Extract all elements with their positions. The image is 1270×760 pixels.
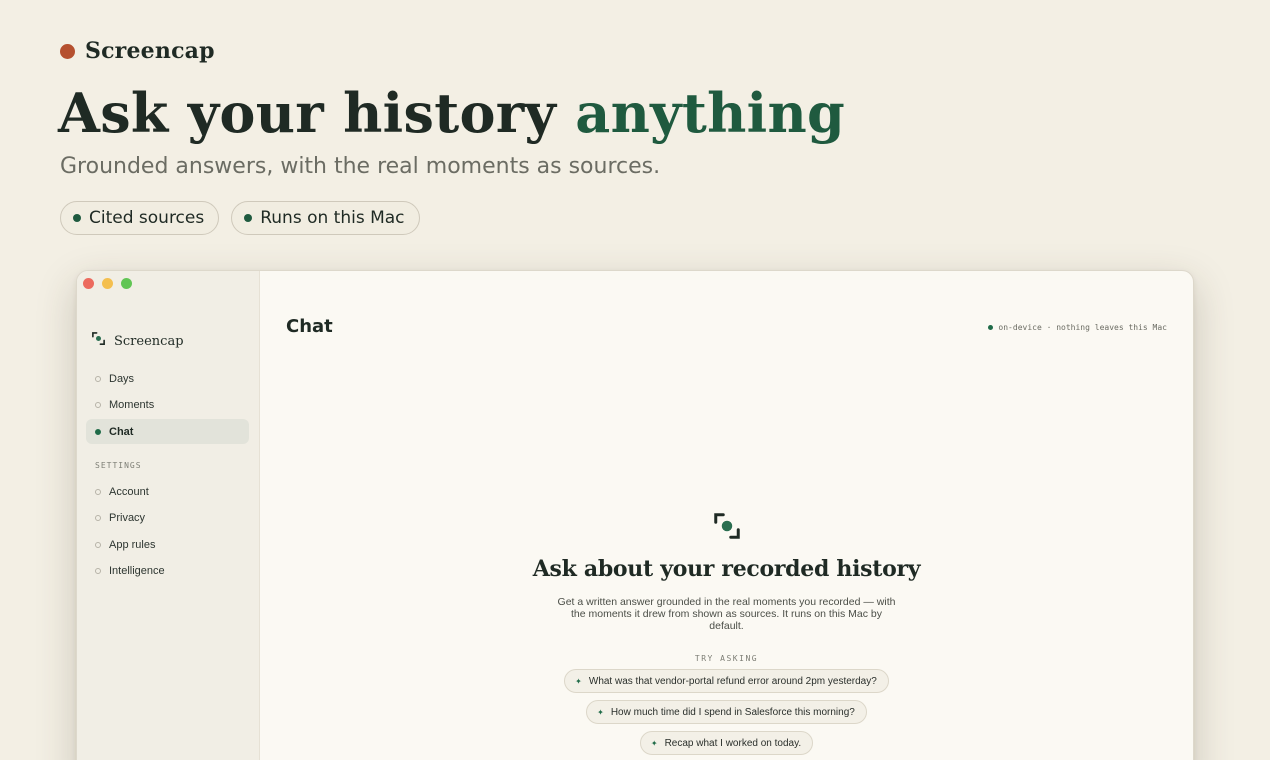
privacy-status: on-device · nothing leaves this Mac	[988, 323, 1167, 332]
sidebar-item-intelligence[interactable]: Intelligence	[86, 559, 249, 584]
chat-empty-state: Ask about your recorded history Get a wr…	[260, 511, 1193, 755]
pill-dot-icon	[244, 214, 253, 222]
status-text: on-device · nothing leaves this Mac	[998, 323, 1167, 332]
sidebar-item-label: Privacy	[109, 512, 146, 525]
sidebar-nav: Days Moments Chat SETTINGS Account Priva…	[86, 366, 249, 586]
nav-dot-icon	[95, 428, 101, 435]
zoom-window-button[interactable]	[121, 278, 132, 289]
page-title: Chat	[286, 316, 333, 337]
sidebar-item-account[interactable]: Account	[86, 479, 249, 504]
sidebar-item-moments[interactable]: Moments	[86, 393, 249, 418]
nav-dot-icon	[95, 402, 101, 409]
sparkle-icon: ✦	[650, 738, 658, 748]
chat-main: Chat on-device · nothing leaves this Mac…	[260, 271, 1193, 760]
pill-label: Cited sources	[89, 208, 205, 228]
sidebar-item-chat[interactable]: Chat	[86, 419, 249, 445]
sidebar-item-privacy[interactable]: Privacy	[86, 506, 249, 531]
sparkle-icon: ✦	[597, 707, 604, 717]
pill-cited-sources: Cited sources	[60, 201, 220, 235]
suggestion-chip[interactable]: ✦ Recap what I worked on today.	[639, 731, 814, 755]
sidebar-brand-name: Screencap	[114, 333, 184, 349]
try-asking-label: TRY ASKING	[694, 654, 759, 663]
minimize-window-button[interactable]	[102, 278, 113, 289]
nav-dot-icon	[95, 515, 101, 522]
sidebar-item-app-rules[interactable]: App rules	[86, 532, 249, 557]
headline-accent: anything	[575, 81, 846, 145]
settings-section-label: SETTINGS	[95, 461, 142, 471]
sidebar-item-days[interactable]: Days	[86, 366, 249, 391]
hero-pills: Cited sources Runs on this Mac	[60, 201, 420, 235]
sidebar-item-label: App rules	[109, 538, 156, 551]
hero-brand: Screencap	[60, 38, 215, 64]
pill-runs-on-mac: Runs on this Mac	[231, 201, 420, 235]
hero-brand-name: Screencap	[85, 38, 215, 64]
sidebar-brand: Screencap	[91, 331, 184, 351]
nav-dot-icon	[95, 541, 101, 548]
suggestion-chip[interactable]: ✦ What was that vendor-portal refund err…	[564, 669, 889, 693]
nav-dot-icon	[95, 375, 101, 382]
sparkle-icon: ✦	[575, 676, 582, 686]
hero-subhead: Grounded answers, with the real moments …	[60, 154, 661, 179]
sidebar-item-label: Account	[109, 485, 149, 498]
hero-headline: Ask your history anything	[58, 80, 845, 146]
screencap-logo-icon	[91, 331, 106, 351]
sidebar-item-label: Chat	[109, 425, 134, 438]
empty-state-body: Get a written answer grounded in the rea…	[557, 596, 896, 632]
traffic-lights	[83, 278, 132, 289]
app-window: Screencap Days Moments Chat SETTINGS Acc…	[76, 270, 1194, 760]
sidebar-item-label: Days	[109, 372, 135, 385]
headline-lead: Ask your history	[58, 81, 576, 145]
empty-state-title: Ask about your recorded history	[532, 556, 921, 582]
screencap-focus-icon	[712, 511, 742, 546]
suggestion-text: Recap what I worked on today.	[664, 737, 802, 749]
nav-dot-icon	[95, 568, 101, 575]
sidebar-item-label: Intelligence	[109, 565, 165, 578]
suggestion-chip[interactable]: ✦ How much time did I spend in Salesforc…	[586, 700, 867, 724]
pill-label: Runs on this Mac	[260, 208, 405, 228]
suggestion-list: ✦ What was that vendor-portal refund err…	[564, 669, 889, 755]
brand-dot-icon	[60, 43, 75, 59]
sidebar: Screencap Days Moments Chat SETTINGS Acc…	[77, 271, 260, 760]
status-dot-icon	[988, 325, 994, 330]
pill-dot-icon	[73, 214, 81, 222]
suggestion-text: How much time did I spend in Salesforce …	[610, 706, 855, 718]
suggestion-text: What was that vendor-portal refund error…	[588, 675, 877, 687]
sidebar-item-label: Moments	[109, 399, 155, 412]
close-window-button[interactable]	[83, 278, 94, 289]
nav-dot-icon	[95, 488, 101, 495]
